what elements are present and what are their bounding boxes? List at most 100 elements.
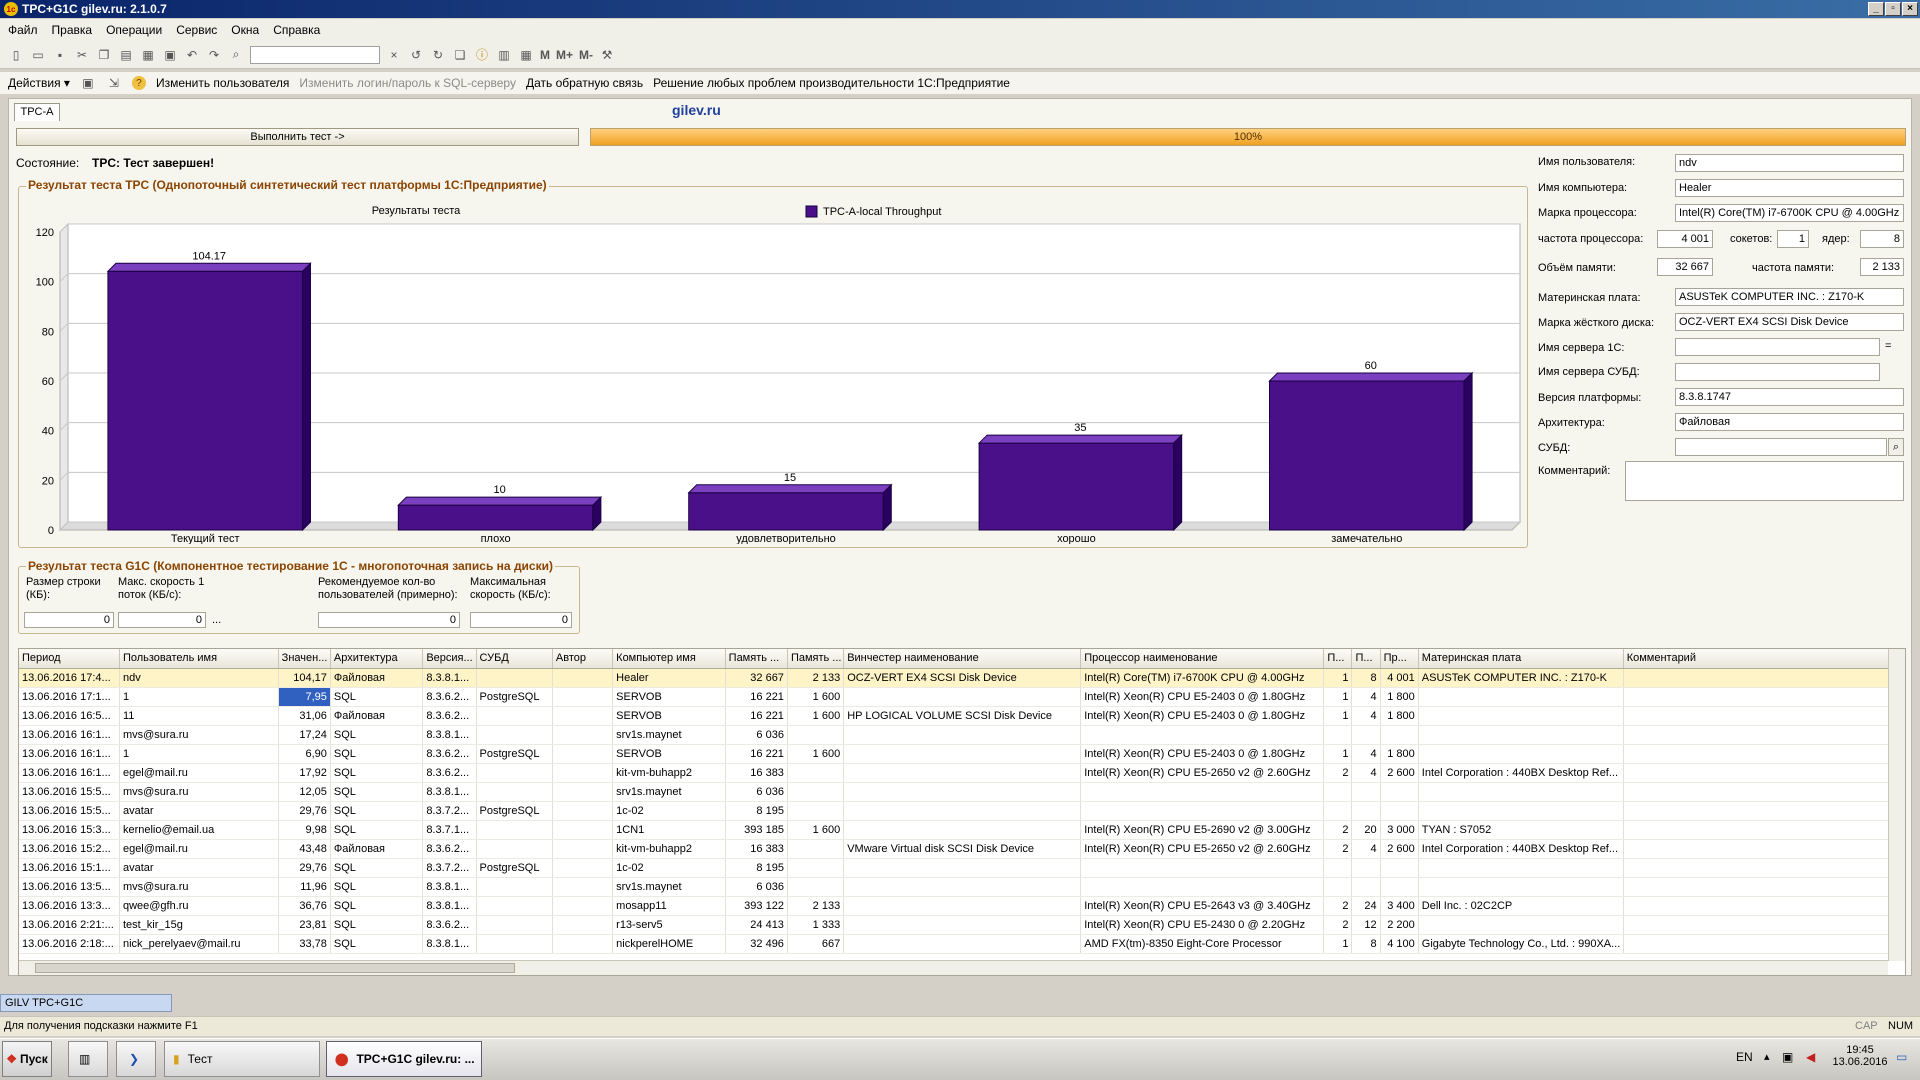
table-row[interactable]: 13.06.2016 17:4... ndv 104,17 Файловая 8.3.8…: [19, 668, 1890, 688]
computer-field[interactable]: Healer: [1675, 179, 1904, 197]
table-cell[interactable]: [1380, 801, 1419, 821]
max-speed-1-thread-field[interactable]: 0: [118, 612, 206, 628]
export-icon[interactable]: ⇲: [106, 75, 122, 91]
table-cell[interactable]: [552, 763, 614, 783]
table-cell[interactable]: ASUSTeK COMPUTER INC. : Z170-K: [1418, 668, 1624, 688]
sockets-field[interactable]: 1: [1777, 230, 1809, 248]
table-cell[interactable]: [1351, 801, 1381, 821]
table-cell[interactable]: [1080, 782, 1325, 802]
actions-menu[interactable]: Действия ▾: [8, 76, 70, 90]
table-cell[interactable]: [787, 839, 845, 859]
table-cell[interactable]: 8.3.6.2...: [422, 763, 477, 783]
table-cell[interactable]: Intel Corporation : 440BX Desktop Ref...: [1418, 763, 1624, 783]
column-header[interactable]: Память ...: [725, 649, 788, 669]
table-cell[interactable]: 104,17: [278, 668, 331, 688]
table-row[interactable]: 13.06.2016 2:21:... test_kir_15g 23,81 SQL 8…: [19, 915, 1890, 935]
table-row[interactable]: 13.06.2016 13:5... mvs@sura.ru 11,96 SQL 8.3…: [19, 877, 1890, 897]
table-cell[interactable]: 1: [1323, 687, 1353, 707]
table-cell[interactable]: [1418, 706, 1624, 726]
table-cell[interactable]: 6 036: [725, 725, 788, 745]
column-header[interactable]: Память ...: [787, 649, 845, 669]
paste-icon[interactable]: ▤: [118, 47, 134, 63]
table-cell[interactable]: 13.06.2016 16:1...: [19, 763, 120, 783]
table-cell[interactable]: [552, 725, 614, 745]
table-cell[interactable]: [843, 820, 1082, 840]
table-cell[interactable]: [843, 877, 1082, 897]
table-cell[interactable]: Intel(R) Xeon(R) CPU E5-2403 0 @ 1.80GHz: [1080, 706, 1325, 726]
ram-frequency-field[interactable]: 2 133: [1860, 258, 1904, 276]
table-cell[interactable]: 13.06.2016 13:3...: [19, 896, 120, 916]
table-cell[interactable]: srv1s.maynet: [612, 877, 726, 897]
table-cell[interactable]: 6 036: [725, 782, 788, 802]
menu-help[interactable]: Справка: [273, 23, 320, 37]
table-cell[interactable]: [476, 896, 553, 916]
table-cell[interactable]: [843, 725, 1082, 745]
recommended-users-field[interactable]: 0: [318, 612, 460, 628]
table-cell[interactable]: 1: [1323, 934, 1353, 954]
table-cell[interactable]: [552, 858, 614, 878]
user-field[interactable]: ndv: [1675, 154, 1904, 172]
table-cell[interactable]: 13.06.2016 15:5...: [19, 801, 120, 821]
dbms-search-icon[interactable]: ⌕: [1888, 438, 1904, 456]
table-cell[interactable]: SQL: [330, 744, 424, 764]
table-cell[interactable]: 1c-02: [612, 858, 726, 878]
architecture-field[interactable]: Файловая: [1675, 413, 1904, 431]
table-cell[interactable]: [1080, 858, 1325, 878]
table-cell[interactable]: Intel Corporation : 440BX Desktop Ref...: [1418, 839, 1624, 859]
table-cell[interactable]: 12,05: [278, 782, 331, 802]
table-cell[interactable]: [476, 725, 553, 745]
preview-icon[interactable]: ▣: [162, 47, 178, 63]
table-cell[interactable]: kernelio@email.ua: [119, 820, 279, 840]
table-cell[interactable]: 13.06.2016 16:5...: [19, 706, 120, 726]
table-cell[interactable]: qwee@gfh.ru: [119, 896, 279, 916]
table-cell[interactable]: 13.06.2016 17:1...: [19, 687, 120, 707]
table-cell[interactable]: [843, 934, 1082, 954]
table-cell[interactable]: [1418, 725, 1624, 745]
table-cell[interactable]: [476, 839, 553, 859]
table-cell[interactable]: 1: [119, 744, 279, 764]
table-cell[interactable]: [843, 782, 1082, 802]
table-cell[interactable]: 1: [1323, 744, 1353, 764]
table-cell[interactable]: [843, 896, 1082, 916]
table-cell[interactable]: 8: [1351, 668, 1381, 688]
table-cell[interactable]: SQL: [330, 687, 424, 707]
taskbar-folder-button[interactable]: ▮ Тест: [164, 1041, 320, 1077]
table-cell[interactable]: [1623, 687, 1890, 707]
new-document-icon[interactable]: ▯: [8, 47, 24, 63]
table-cell[interactable]: nickperelHOME: [612, 934, 726, 954]
table-cell[interactable]: 13.06.2016 15:1...: [19, 858, 120, 878]
table-cell[interactable]: [552, 820, 614, 840]
table-cell[interactable]: [1380, 877, 1419, 897]
table-cell[interactable]: [1418, 858, 1624, 878]
table-cell[interactable]: [843, 801, 1082, 821]
table-cell[interactable]: 2: [1323, 915, 1353, 935]
table-cell[interactable]: 16 221: [725, 687, 788, 707]
dbms-field[interactable]: [1675, 438, 1887, 456]
column-header[interactable]: Пр...: [1380, 649, 1419, 669]
table-cell[interactable]: [843, 687, 1082, 707]
table-cell[interactable]: 1 600: [787, 687, 845, 707]
toolbar-search-input[interactable]: [250, 45, 380, 64]
table-cell[interactable]: 13.06.2016 16:1...: [19, 725, 120, 745]
table-cell[interactable]: [1623, 744, 1890, 764]
redo-icon[interactable]: ↷: [206, 47, 222, 63]
table-row[interactable]: 13.06.2016 13:3... qwee@gfh.ru 36,76 SQL 8.3…: [19, 896, 1890, 916]
table-cell[interactable]: 31,06: [278, 706, 331, 726]
cpu-field[interactable]: Intel(R) Core(TM) i7-6700K CPU @ 4.00GHz: [1675, 204, 1904, 222]
table-cell[interactable]: [1323, 725, 1353, 745]
table-cell[interactable]: nick_perelyaev@mail.ru: [119, 934, 279, 954]
table-cell[interactable]: PostgreSQL: [476, 687, 553, 707]
table-cell[interactable]: 1 600: [787, 744, 845, 764]
table-cell[interactable]: Intel(R) Xeon(R) CPU E5-2430 0 @ 2.20GHz: [1080, 915, 1325, 935]
table-cell[interactable]: 17,24: [278, 725, 331, 745]
table-cell[interactable]: 8.3.7.1...: [422, 820, 477, 840]
column-header[interactable]: Материнская плата: [1418, 649, 1624, 669]
table-cell[interactable]: [1623, 858, 1890, 878]
table-cell[interactable]: 8 195: [725, 801, 788, 821]
table-cell[interactable]: 1 800: [1380, 744, 1419, 764]
table-cell[interactable]: Intel(R) Xeon(R) CPU E5-2690 v2 @ 3.00GH…: [1080, 820, 1325, 840]
table-cell[interactable]: [476, 820, 553, 840]
table-cell[interactable]: [1380, 782, 1419, 802]
feedback-link[interactable]: Дать обратную связь: [526, 76, 643, 90]
find-next-icon[interactable]: ↺: [408, 47, 424, 63]
